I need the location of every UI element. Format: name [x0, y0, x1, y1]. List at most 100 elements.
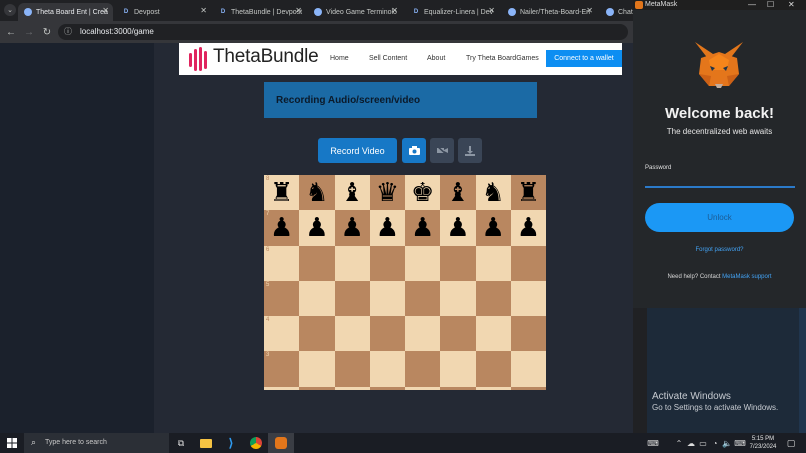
chess-square[interactable] [369, 386, 405, 390]
metamask-taskbar-item[interactable] [268, 433, 294, 453]
tab-close-icon[interactable]: ✕ [295, 6, 302, 15]
keyboard-layout-icon[interactable]: ⌨ [646, 436, 660, 450]
chess-square[interactable] [475, 245, 511, 281]
chess-piece[interactable]: ♜ [270, 180, 293, 206]
chess-square[interactable] [299, 316, 335, 352]
browser-tab[interactable]: ChatG [600, 3, 633, 21]
forgot-password-link[interactable]: Forgot password? [633, 247, 806, 253]
browser-tab[interactable]: D ThetaBundle | Devpost ✕ [213, 3, 306, 21]
tab-close-icon[interactable]: ✕ [200, 6, 207, 15]
file-explorer-icon[interactable] [199, 436, 213, 450]
chess-piece[interactable]: ♟ [270, 215, 293, 241]
tab-close-icon[interactable]: ✕ [391, 6, 398, 15]
chess-piece[interactable]: ♛ [376, 180, 399, 206]
chess-square[interactable] [369, 316, 405, 352]
site-logo-text[interactable]: ThetaBundle [213, 46, 319, 68]
unlock-button[interactable]: Unlock [645, 203, 794, 232]
browser-tab[interactable]: Theta Board Ent | Crea ✕ [18, 3, 113, 21]
chess-square[interactable] [440, 316, 476, 352]
chess-square[interactable] [440, 280, 476, 316]
chess-square[interactable] [299, 386, 335, 390]
browser-tab[interactable]: D Equalizer-Linera | Dev ✕ [406, 3, 499, 21]
chess-square[interactable]: ♟ [405, 210, 441, 246]
chess-square[interactable] [510, 351, 546, 387]
chess-square[interactable]: ♛ [369, 175, 405, 211]
chess-square[interactable] [334, 351, 370, 387]
chess-square[interactable] [405, 245, 441, 281]
tab-close-icon[interactable]: ✕ [488, 6, 495, 15]
chess-piece[interactable]: ♟ [446, 215, 469, 241]
chess-piece[interactable]: ♟ [305, 215, 328, 241]
minimize-icon[interactable]: — [748, 0, 756, 9]
notifications-icon[interactable]: ▢ [784, 436, 798, 450]
chess-square[interactable]: ♜ [510, 175, 546, 211]
nav-sell-content[interactable]: Sell Content [369, 55, 407, 62]
tab-close-icon[interactable]: ✕ [102, 6, 109, 15]
chess-square[interactable]: ♟ [369, 210, 405, 246]
chess-square[interactable] [440, 245, 476, 281]
chess-square[interactable] [299, 245, 335, 281]
volume-icon[interactable]: 🔈 [720, 436, 734, 450]
forward-icon[interactable]: → [22, 25, 36, 39]
chess-square[interactable] [510, 245, 546, 281]
chess-square[interactable] [334, 386, 370, 390]
chess-square[interactable] [299, 351, 335, 387]
chess-square[interactable] [369, 245, 405, 281]
browser-tab[interactable]: Nailer/Theta-Board-En ✕ [502, 3, 597, 21]
chess-piece[interactable]: ♟ [481, 215, 504, 241]
stop-video-button[interactable] [430, 138, 454, 163]
site-info-icon[interactable]: ⓘ [64, 26, 72, 37]
close-icon[interactable]: ✕ [788, 0, 795, 9]
reload-icon[interactable]: ↻ [40, 25, 54, 39]
chess-square[interactable] [334, 245, 370, 281]
nav-about[interactable]: About [427, 55, 445, 62]
chess-piece[interactable]: ♟ [340, 215, 363, 241]
camera-button[interactable] [402, 138, 426, 163]
password-field[interactable] [645, 174, 795, 188]
chess-square[interactable]: ♟ [299, 210, 335, 246]
chess-square[interactable] [334, 280, 370, 316]
chess-square[interactable]: ♟ [334, 210, 370, 246]
chess-piece[interactable]: ♟ [376, 215, 399, 241]
metamask-support-link[interactable]: MetaMask support [722, 274, 771, 280]
chess-square[interactable] [405, 386, 441, 390]
address-bar[interactable]: ⓘ localhost:3000/game [58, 24, 628, 40]
browser-tab[interactable]: D Devpost ✕ [116, 3, 211, 21]
chess-square[interactable]: ♟ [510, 210, 546, 246]
chess-square[interactable] [405, 351, 441, 387]
chess-square[interactable] [475, 280, 511, 316]
chess-square[interactable]: ♝ [334, 175, 370, 211]
chess-piece[interactable]: ♞ [305, 180, 328, 206]
chrome-icon[interactable] [249, 436, 263, 450]
chess-square[interactable] [440, 386, 476, 390]
tab-close-icon[interactable]: ✕ [586, 6, 593, 15]
chess-piece[interactable]: ♟ [411, 215, 434, 241]
chess-piece[interactable]: ♟ [517, 215, 540, 241]
chess-piece[interactable]: ♞ [481, 180, 504, 206]
chess-square[interactable] [475, 316, 511, 352]
chess-square[interactable] [510, 280, 546, 316]
chess-square[interactable]: ♟ [475, 210, 511, 246]
chess-square[interactable] [299, 280, 335, 316]
chess-piece[interactable]: ♜ [517, 180, 540, 206]
chess-square[interactable] [405, 280, 441, 316]
maximize-icon[interactable]: ☐ [767, 0, 774, 9]
chess-piece[interactable]: ♝ [340, 180, 363, 206]
nav-try-theta-boardgames[interactable]: Try Theta BoardGames [466, 55, 539, 62]
chess-piece[interactable]: ♚ [411, 180, 434, 206]
download-button[interactable] [458, 138, 482, 163]
chess-square[interactable] [369, 280, 405, 316]
task-view-icon[interactable]: ⧉ [174, 436, 188, 450]
chess-square[interactable] [369, 351, 405, 387]
chess-square[interactable] [440, 351, 476, 387]
chess-square[interactable]: ♚ [405, 175, 441, 211]
chess-square[interactable] [510, 386, 546, 390]
chess-square[interactable] [405, 316, 441, 352]
chess-square[interactable] [334, 316, 370, 352]
chess-square[interactable]: ♝ [440, 175, 476, 211]
chess-square[interactable] [475, 351, 511, 387]
chess-piece[interactable]: ♝ [446, 180, 469, 206]
chess-square[interactable]: ♟ [440, 210, 476, 246]
browser-tab[interactable]: Video Game Terminolo ✕ [308, 3, 402, 21]
vscode-icon[interactable]: ⟩ [224, 436, 238, 450]
